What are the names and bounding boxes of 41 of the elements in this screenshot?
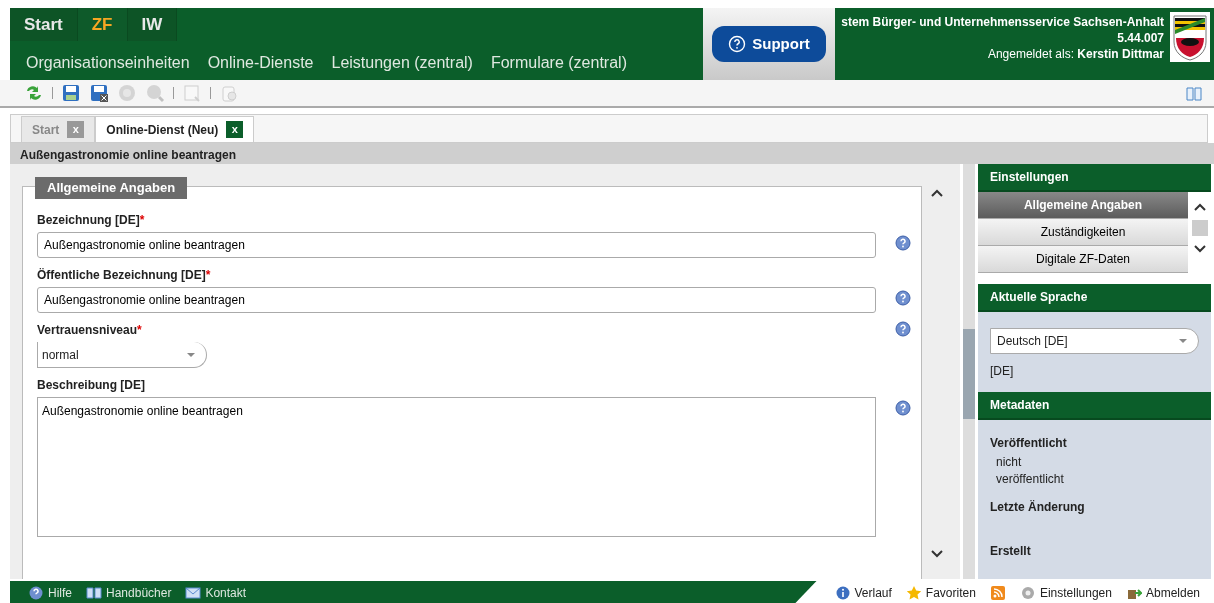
menu-item[interactable]: Organisationseinheiten [26, 51, 190, 75]
app-title: stem Bürger- und Unternehmensservice Sachsen-Anhalt [840, 14, 1164, 30]
page-title: Außengastronomie online beantragen [10, 143, 1214, 164]
module-tab[interactable]: ZF [77, 8, 128, 41]
field-label: Öffentliche Bezeichnung [DE]* [37, 267, 212, 284]
textarea-field[interactable]: Außengastronomie online beantragen [37, 397, 877, 537]
footer-link[interactable]: Kontakt [205, 583, 247, 602]
section-legend: Allgemeine Angaben [35, 177, 188, 199]
settings-nav-item[interactable]: Digitale ZF-Daten [978, 246, 1188, 273]
module-tab[interactable]: IW [127, 8, 178, 41]
settings-nav-item[interactable]: Allgemeine Angaben [978, 192, 1188, 219]
panel-header: Einstellungen [978, 164, 1211, 192]
footer-link[interactable]: Einstellungen [1039, 583, 1112, 602]
metadata-value: nicht veröffentlicht [996, 454, 1065, 488]
metadata-label: Veröffentlicht [990, 435, 1068, 452]
text-field[interactable]: Außengastronomie online beantragen [37, 287, 877, 313]
field-label: Beschreibung [DE] [37, 377, 146, 394]
settings-nav-item[interactable]: Zuständigkeiten [978, 219, 1188, 246]
field-label: Bezeichnung [DE]* [37, 212, 146, 229]
panel-header: Aktuelle Sprache [978, 284, 1211, 312]
module-tab[interactable]: Start [10, 8, 78, 41]
language-select[interactable]: Deutsch [DE] [990, 328, 1199, 354]
menu-item[interactable]: Leistungen (zentral) [331, 51, 473, 75]
document-tab[interactable]: Online-Dienst (Neu) x [95, 116, 255, 142]
close-tab-button[interactable]: x [226, 121, 244, 138]
metadata-label: Erstellt [990, 543, 1032, 560]
panel-header: Metadaten [978, 392, 1211, 420]
version-text: 5.44.007 [1116, 30, 1164, 46]
footer-link[interactable]: Verlauf [854, 583, 892, 602]
footer-link[interactable]: Favoriten [925, 583, 976, 602]
footer-link[interactable]: Abmelden [1145, 583, 1200, 602]
metadata-label: Letzte Änderung [990, 499, 1086, 516]
footer-link[interactable]: Hilfe [48, 583, 72, 602]
menu-item[interactable]: Online-Dienste [207, 51, 314, 75]
menu-item[interactable]: Formulare (zentral) [490, 51, 627, 75]
support-button[interactable]: Support [712, 25, 826, 63]
footer-link[interactable]: Handbücher [106, 583, 172, 602]
login-text: Angemeldet als: Kerstin Dittmar [986, 46, 1164, 62]
field-label: Vertrauensniveau* [37, 322, 143, 339]
text-field[interactable]: Außengastronomie online beantragen [37, 232, 877, 258]
language-code: [DE] [990, 363, 1015, 380]
